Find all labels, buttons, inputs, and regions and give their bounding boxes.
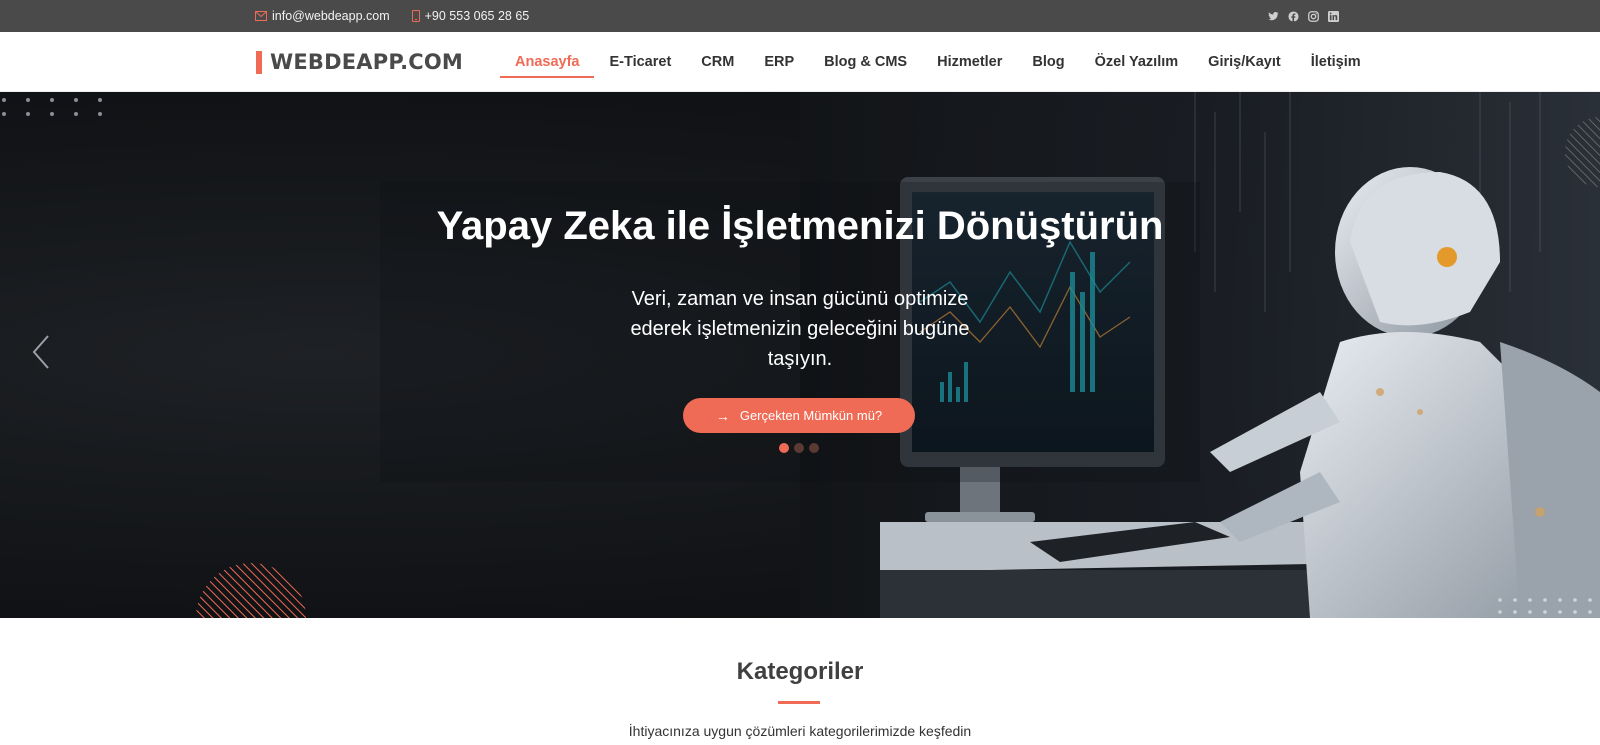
phone-icon [411,10,420,22]
instagram-icon[interactable] [1308,10,1319,22]
nav-item-giris-kayit[interactable]: Giriş/Kayıt [1193,32,1296,92]
nav-item-blog[interactable]: Blog [1017,32,1079,92]
hero-cta-label: Gerçekten Mümkün mü? [739,408,883,423]
linkedin-icon[interactable] [1328,10,1339,22]
hero-slider: Yapay Zeka ile İşletmenizi Dönüştürün Ve… [0,92,1600,618]
email-link[interactable]: info@webdeapp.com [255,9,390,23]
hero-subtitle: Veri, zaman ve insan gücünü optimize ede… [630,288,970,370]
hero-title: Yapay Zeka ile İşletmenizi Dönüştürün [436,204,1164,248]
logo-text: WEBDEAPP.COM [270,50,464,74]
logo-accent-bar [256,50,262,74]
section-title: Kategoriler [736,658,864,685]
arrow-right-icon: → [715,407,730,424]
slider-dot-2[interactable] [794,443,804,453]
hero-cta-button[interactable]: → Gerçekten Mümkün mü? [683,398,915,433]
main-menu: Anasayfa E-Ticaret CRM ERP Blog & CMS Hi… [500,32,1376,92]
contact-info: info@webdeapp.com +90 553 065 28 65 [255,0,529,32]
nav-item-anasayfa[interactable]: Anasayfa [500,32,595,92]
phone-text: +90 553 065 28 65 [424,9,530,23]
envelope-icon [255,11,267,21]
main-navbar: WEBDEAPP.COM Anasayfa E-Ticaret CRM ERP … [0,32,1600,92]
twitter-icon[interactable] [1268,11,1279,22]
social-links [1268,0,1339,32]
slider-dot-3[interactable] [809,443,819,453]
facebook-icon[interactable] [1288,10,1299,22]
categories-section: Kategoriler İhtiyacınıza uygun çözümleri… [0,618,1600,745]
nav-item-iletisim[interactable]: İletişim [1296,32,1376,92]
section-subtitle: İhtiyacınıza uygun çözümleri kategoriler… [628,723,972,739]
email-text: info@webdeapp.com [272,9,390,23]
nav-item-blog-cms[interactable]: Blog & CMS [809,32,922,92]
nav-item-erp[interactable]: ERP [749,32,809,92]
site-logo[interactable]: WEBDEAPP.COM [256,50,463,74]
top-bar: info@webdeapp.com +90 553 065 28 65 [0,0,1600,32]
nav-item-crm[interactable]: CRM [686,32,749,92]
chevron-left-icon[interactable] [30,332,54,372]
nav-item-ozel-yazilim[interactable]: Özel Yazılım [1080,32,1194,92]
nav-item-e-ticaret[interactable]: E-Ticaret [594,32,686,92]
slider-pagination [779,443,819,453]
phone-link[interactable]: +90 553 065 28 65 [411,9,530,23]
title-underline [778,701,820,704]
slider-dot-1[interactable] [779,443,789,453]
nav-item-hizmetler[interactable]: Hizmetler [922,32,1017,92]
